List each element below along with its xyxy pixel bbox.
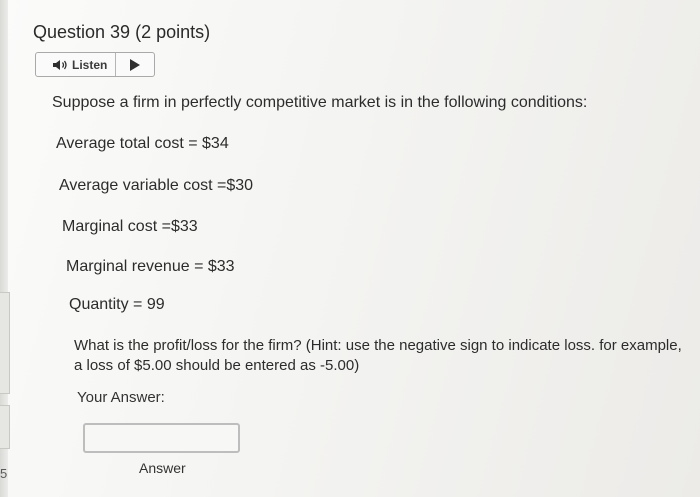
condition-average-variable-cost: Average variable cost =$30 xyxy=(59,177,254,194)
answer-caption: Answer xyxy=(139,460,186,476)
left-sidebar-tab[interactable] xyxy=(0,405,10,449)
question-intro: Suppose a firm in perfectly competitive … xyxy=(52,94,588,111)
question-title: Question 39 (2 points) xyxy=(33,22,210,43)
play-icon xyxy=(130,58,141,71)
listen-label: Listen xyxy=(72,57,108,72)
question-prompt: What is the profit/loss for the firm? (H… xyxy=(74,337,682,374)
speaker-icon xyxy=(53,59,67,70)
left-sidebar-tab[interactable] xyxy=(0,292,10,394)
answer-label: Your Answer: xyxy=(77,389,165,406)
question-points: (2 points) xyxy=(135,22,211,42)
play-button[interactable] xyxy=(116,53,154,76)
answer-input[interactable] xyxy=(83,423,240,453)
sidebar-question-number[interactable]: 5 xyxy=(0,466,7,481)
listen-button[interactable]: Listen xyxy=(36,53,117,76)
condition-quantity: Quantity = 99 xyxy=(69,296,165,313)
condition-marginal-revenue: Marginal revenue = $33 xyxy=(66,258,235,275)
condition-average-total-cost: Average total cost = $34 xyxy=(56,135,229,152)
question-number: Question 39 xyxy=(33,22,131,42)
listen-toolbar: Listen xyxy=(35,52,155,77)
condition-marginal-cost: Marginal cost =$33 xyxy=(62,218,198,235)
